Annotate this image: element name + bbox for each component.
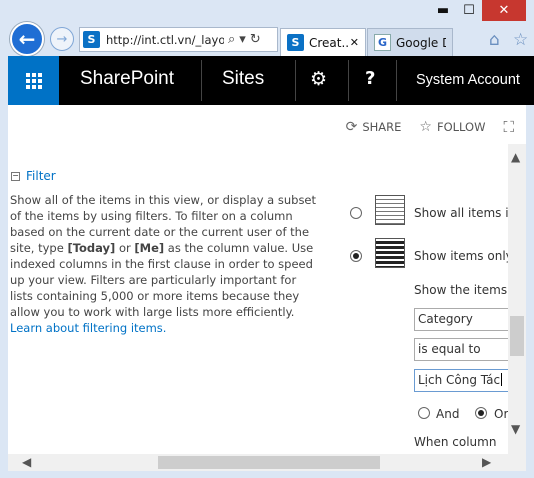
list-all-icon	[375, 195, 405, 225]
list-filtered-icon	[375, 238, 405, 268]
page-actions: ⟳ SHARE ☆ FOLLOW ⛶	[328, 118, 514, 136]
tab-create[interactable]: S Creat... ✕	[280, 28, 366, 56]
sharepoint-favicon-icon: S	[287, 34, 304, 51]
window-frame-left	[0, 56, 8, 471]
column-select[interactable]: Category	[414, 308, 510, 331]
scroll-down-icon[interactable]: ▼	[511, 422, 520, 436]
value-text: Lịch Công Tác	[418, 373, 501, 387]
focus-on-content-icon[interactable]: ⛶	[503, 118, 514, 136]
address-url[interactable]: http://int.ctl.vn/_layou	[106, 33, 224, 47]
filter-section-header[interactable]: − Filter	[11, 169, 56, 183]
tab-google-docs[interactable]: G Google D...	[367, 28, 453, 56]
forward-button[interactable]: →	[50, 27, 74, 51]
back-button[interactable]: ←	[10, 22, 44, 56]
home-icon[interactable]: ⌂	[489, 30, 500, 50]
page-content: ⟳ SHARE ☆ FOLLOW ⛶ − Filter Show all of …	[8, 105, 526, 454]
sharepoint-favicon-icon: S	[83, 31, 100, 48]
scroll-up-icon[interactable]: ▲	[511, 150, 520, 164]
follow-label: FOLLOW	[436, 120, 486, 134]
search-icon[interactable]: ⌕	[228, 32, 235, 47]
star-icon: ☆	[419, 119, 432, 135]
follow-button[interactable]: ☆ FOLLOW	[419, 119, 485, 135]
desc-text: or	[115, 241, 135, 255]
show-all-radio[interactable]	[350, 207, 362, 219]
scroll-right-icon[interactable]: ▶	[482, 455, 491, 469]
settings-gear-icon[interactable]: ⚙	[310, 68, 327, 90]
me-token: [Me]	[134, 241, 165, 255]
vertical-scrollbar[interactable]: ▲ ▼	[508, 144, 526, 454]
share-button[interactable]: ⟳ SHARE	[346, 119, 402, 135]
horizontal-scrollbar[interactable]: ◀ ▶	[8, 454, 526, 471]
window-controls: ▬ ☐ ✕	[430, 0, 526, 21]
scroll-left-icon[interactable]: ◀	[22, 455, 31, 469]
divider	[295, 60, 296, 101]
or-label: Or	[494, 407, 509, 421]
value-input[interactable]: Lịch Công Tác	[414, 369, 510, 392]
waffle-icon	[25, 72, 42, 89]
show-all-label: Show all items in	[414, 206, 517, 220]
refresh-icon[interactable]: ↻	[250, 32, 261, 47]
show-only-label: Show items only	[414, 249, 513, 263]
scroll-thumb[interactable]	[510, 316, 524, 356]
forward-arrow-icon: →	[56, 31, 68, 47]
window-frame-right	[526, 105, 534, 471]
close-tab-icon[interactable]: ✕	[350, 36, 359, 49]
filter-description: Show all of the items in this view, or d…	[10, 192, 322, 336]
favorites-star-icon[interactable]: ☆	[513, 30, 528, 50]
scroll-thumb[interactable]	[158, 456, 380, 469]
app-launcher-button[interactable]	[8, 56, 59, 105]
sites-link[interactable]: Sites	[222, 68, 264, 90]
or-radio[interactable]	[475, 407, 487, 419]
divider	[348, 60, 349, 101]
text-caret	[501, 373, 503, 386]
minimize-button[interactable]: ▬	[430, 0, 456, 21]
share-icon: ⟳	[345, 119, 358, 135]
close-button[interactable]: ✕	[482, 0, 526, 21]
divider	[396, 60, 397, 101]
dropdown-icon[interactable]: ▾	[239, 32, 246, 47]
suite-bar: SharePoint Sites ⚙ ? System Account	[8, 56, 534, 105]
show-only-radio[interactable]	[350, 250, 362, 262]
divider	[201, 60, 202, 101]
google-favicon-icon: G	[374, 34, 391, 51]
operator-select[interactable]: is equal to	[414, 338, 510, 361]
back-arrow-icon: ←	[18, 27, 36, 51]
section-title[interactable]: Filter	[26, 169, 56, 183]
address-bar[interactable]: S http://int.ctl.vn/_layou ⌕ ▾ ↻	[79, 27, 278, 52]
today-token: [Today]	[67, 241, 116, 255]
tab-label: Creat...	[309, 35, 350, 50]
window-frame-bottom	[0, 471, 534, 478]
show-when-label: Show the items w	[414, 283, 521, 297]
sharepoint-brand[interactable]: SharePoint	[80, 68, 174, 90]
collapse-icon[interactable]: −	[11, 171, 20, 181]
learn-filtering-link[interactable]: Learn about filtering items.	[10, 321, 166, 335]
tab-label: Google D...	[396, 35, 446, 50]
account-menu[interactable]: System Account	[416, 72, 520, 88]
maximize-button[interactable]: ☐	[456, 0, 482, 21]
help-icon[interactable]: ?	[365, 68, 375, 89]
browser-chrome: ▬ ☐ ✕ ← → S http://int.ctl.vn/_layou ⌕ ▾…	[0, 0, 534, 56]
and-radio[interactable]	[418, 407, 430, 419]
share-label: SHARE	[362, 120, 402, 134]
when-column-label: When column	[414, 435, 497, 449]
and-label: And	[436, 407, 460, 421]
